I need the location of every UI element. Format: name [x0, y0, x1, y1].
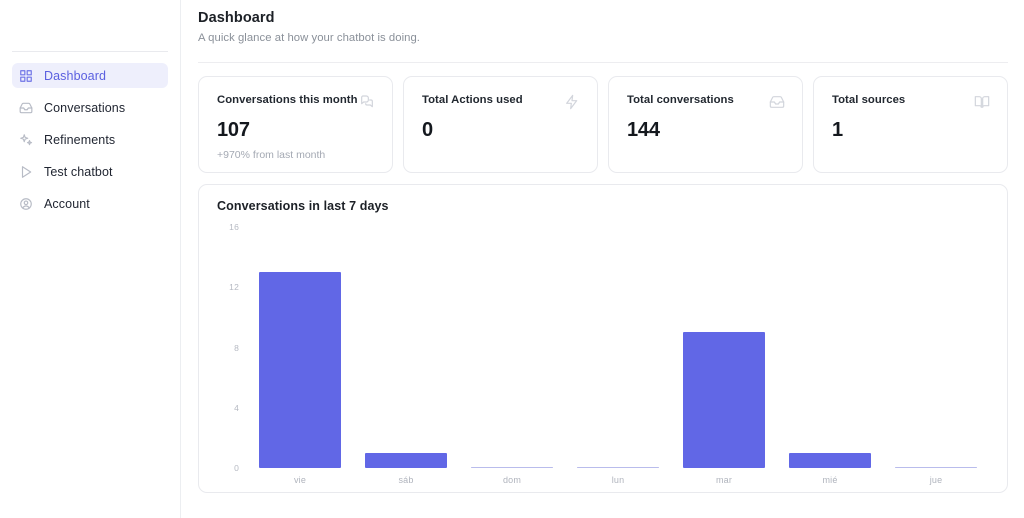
sidebar-item-label: Conversations — [44, 100, 126, 115]
bar-column[interactable]: lun — [565, 227, 671, 485]
stat-card-value: 1 — [832, 119, 843, 141]
x-axis-tick: mié — [822, 475, 838, 485]
stat-card-label: Total Actions used — [422, 94, 523, 106]
chat-bubbles-icon — [359, 94, 375, 110]
bar-chart: 0 4 8 12 16 vie sáb dom lun mar mié jue — [217, 222, 989, 485]
sidebar-item-dashboard[interactable]: Dashboard — [12, 63, 168, 88]
inbox-icon — [19, 101, 33, 115]
main-content: Dashboard A quick glance at how your cha… — [181, 0, 1024, 518]
y-axis-tick: 12 — [229, 282, 239, 293]
x-axis-tick: jue — [929, 475, 943, 485]
stat-card-delta: +970% from last month — [217, 149, 326, 161]
bar[interactable] — [576, 466, 660, 468]
y-axis-tick: 8 — [234, 342, 239, 353]
stat-card-label: Total sources — [832, 94, 906, 106]
x-axis-tick: vie — [293, 475, 307, 485]
bar-column[interactable]: dom — [459, 227, 565, 485]
x-axis-tick: mar — [715, 475, 733, 485]
bar-column[interactable]: jue — [883, 227, 989, 485]
lightning-bolt-icon — [564, 94, 580, 110]
play-icon — [19, 165, 33, 179]
page-subtitle: A quick glance at how your chatbot is do… — [198, 32, 420, 44]
sidebar-item-label: Dashboard — [44, 68, 107, 83]
stat-card-value: 0 — [422, 119, 433, 141]
sidebar-item-refinements[interactable]: Refinements — [12, 127, 168, 152]
sidebar-item-test-chatbot[interactable]: Test chatbot — [12, 159, 168, 184]
bar[interactable] — [682, 332, 766, 468]
stat-cards: Conversations this month 107 +970% from … — [198, 76, 1008, 173]
sidebar-item-conversations[interactable]: Conversations — [12, 95, 168, 120]
x-axis-tick: dom — [502, 475, 522, 485]
bar[interactable] — [894, 466, 978, 468]
bar[interactable] — [258, 272, 342, 468]
x-axis-tick: lun — [611, 475, 625, 485]
bar-column[interactable]: mié — [777, 227, 883, 485]
sidebar-item-label: Account — [44, 196, 90, 211]
sidebar-item-label: Test chatbot — [44, 164, 113, 179]
inbox-icon — [769, 94, 785, 110]
bar[interactable] — [788, 452, 872, 468]
sidebar-nav: Dashboard Conversations Refinements Test… — [0, 63, 180, 223]
bar[interactable] — [364, 452, 448, 468]
stat-card-total-conversations: Total conversations 144 — [608, 76, 803, 173]
bar-column[interactable]: mar — [671, 227, 777, 485]
open-book-icon — [974, 94, 990, 110]
chart-title: Conversations in last 7 days — [217, 199, 389, 213]
page-title: Dashboard — [198, 10, 275, 26]
bar-column[interactable]: vie — [247, 227, 353, 485]
stat-card-label: Conversations this month — [217, 94, 358, 106]
header-divider — [198, 62, 1008, 63]
bar-series: vie sáb dom lun mar mié jue — [247, 227, 989, 485]
stat-card-total-actions-used: Total Actions used 0 — [403, 76, 598, 173]
bar[interactable] — [470, 466, 554, 468]
sidebar-item-account[interactable]: Account — [12, 191, 168, 216]
chart-card: Conversations in last 7 days 0 4 8 12 16 vie… — [198, 184, 1008, 493]
stat-card-value: 107 — [217, 119, 250, 141]
y-axis-tick: 0 — [234, 463, 239, 473]
y-axis: 0 4 8 12 16 — [217, 222, 247, 473]
stat-card-label: Total conversations — [627, 94, 734, 106]
sidebar: Dashboard Conversations Refinements Test… — [0, 0, 181, 518]
bar-column[interactable]: sáb — [353, 227, 459, 485]
app-root: Dashboard Conversations Refinements Test… — [0, 0, 1024, 518]
page-header: Dashboard A quick glance at how your cha… — [181, 0, 1024, 44]
x-axis-tick: sáb — [398, 475, 414, 485]
sidebar-item-label: Refinements — [44, 132, 116, 147]
stat-card-value: 144 — [627, 119, 660, 141]
stat-card-total-sources: Total sources 1 — [813, 76, 1008, 173]
grid-icon — [19, 69, 33, 83]
y-axis-tick: 16 — [229, 222, 239, 232]
user-circle-icon — [19, 197, 33, 211]
stat-card-conversations-this-month: Conversations this month 107 +970% from … — [198, 76, 393, 173]
y-axis-tick: 4 — [234, 402, 239, 413]
sidebar-divider — [12, 51, 168, 52]
sparkle-icon — [19, 133, 33, 147]
